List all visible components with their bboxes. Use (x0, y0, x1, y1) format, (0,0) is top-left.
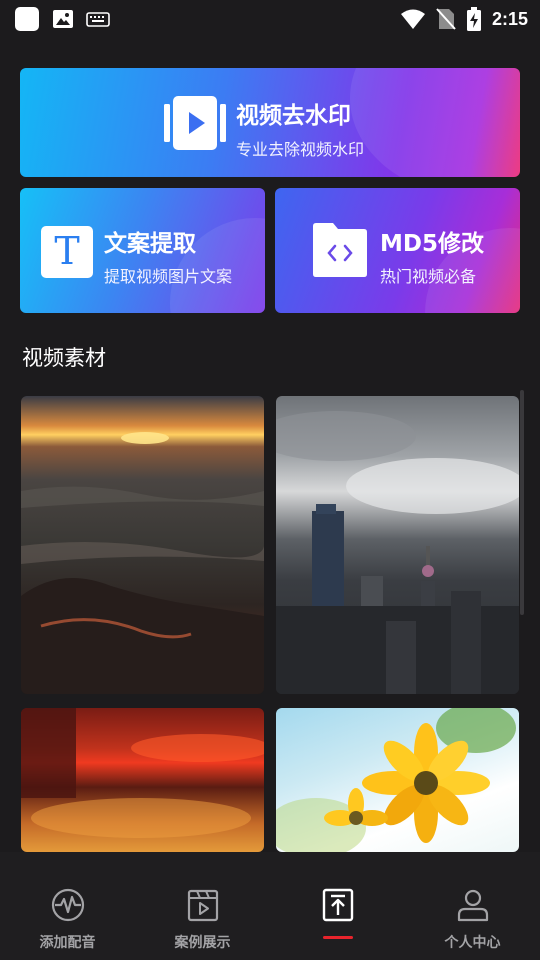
text-extract-subtitle: 提取视频图片文案 (104, 267, 233, 286)
nav-item-add-dubbing[interactable]: 添加配音 (0, 852, 135, 960)
md5-modify-title: MD5修改 (380, 231, 484, 257)
yellow-flower-image (276, 708, 516, 852)
materials-scrollbar[interactable] (520, 390, 524, 615)
md5-modify-subtitle: 热门视频必备 (380, 267, 477, 286)
wifi-icon (400, 9, 425, 29)
material-thumb-flower[interactable] (276, 708, 519, 852)
person-icon (457, 889, 488, 922)
upload-icon (322, 888, 353, 922)
bottom-nav: 添加配音 案例展示 个人中心 (0, 852, 540, 960)
md5-modify-card[interactable]: MD5修改 热门视频必备 (275, 188, 520, 313)
text-extract-card[interactable]: T 文案提取 提取视频图片文案 (20, 188, 265, 313)
remove-watermark-card[interactable]: 视频去水印 专业去除视频水印 (20, 68, 520, 177)
text-extract-title: 文案提取 (104, 231, 196, 257)
nav-active-indicator (322, 936, 353, 939)
image-notification-icon (53, 10, 73, 28)
text-t-glyph: T (54, 229, 80, 273)
remove-watermark-title: 视频去水印 (236, 103, 351, 129)
video-materials-title: 视频素材 (22, 346, 106, 370)
video-clapper-icon (187, 889, 218, 922)
text-t-icon: T (41, 226, 93, 278)
no-sim-icon (436, 8, 456, 30)
red-bokeh-image (21, 708, 264, 838)
nav-item-upload[interactable] (270, 852, 405, 960)
sunset-image (21, 432, 264, 694)
keyboard-notification-icon (86, 12, 110, 27)
app-notification-icon (15, 7, 39, 31)
nav-label: 个人中心 (444, 935, 501, 951)
nav-item-personal-center[interactable]: 个人中心 (405, 852, 540, 960)
status-right: 2:15 (400, 6, 528, 32)
nav-label: 案例展示 (174, 935, 231, 951)
material-thumb-red-light[interactable] (21, 708, 264, 852)
status-bar: 2:15 (0, 0, 540, 36)
material-thumb-sunset[interactable] (21, 396, 264, 694)
nav-item-case-showcase[interactable]: 案例展示 (135, 852, 270, 960)
material-thumb-city[interactable] (276, 396, 519, 694)
remove-watermark-subtitle: 专业去除视频水印 (236, 140, 365, 159)
clock: 2:15 (491, 8, 528, 29)
nav-label: 添加配音 (39, 935, 96, 951)
video-play-icon (164, 96, 226, 150)
status-left (14, 6, 110, 32)
city-skyline-image (276, 411, 519, 694)
code-folder-icon (313, 223, 367, 277)
waveform-icon (51, 888, 84, 922)
card-decoration (350, 68, 520, 177)
battery-charging-icon (466, 7, 481, 31)
